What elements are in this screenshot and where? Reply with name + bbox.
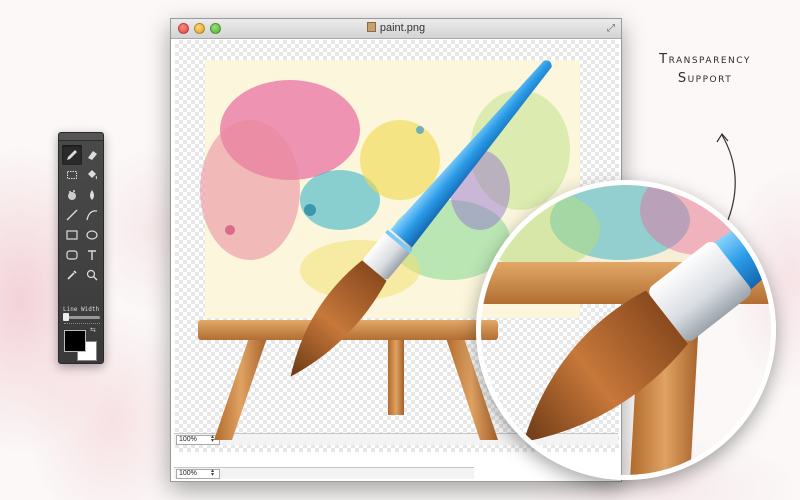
zoom-icon [86, 269, 98, 281]
tool-palette: Line Width ⇆ [58, 132, 104, 364]
callout-line-1: Transparency [659, 52, 751, 67]
eyedropper-tool[interactable] [62, 265, 82, 285]
line-width-slider-knob[interactable] [63, 313, 69, 321]
pencil-tool[interactable] [62, 145, 82, 165]
swap-colors-icon[interactable]: ⇆ [90, 326, 96, 334]
spray-icon [68, 190, 76, 200]
paint-bucket-icon [88, 170, 97, 180]
window-title: paint.png [171, 22, 621, 34]
text-tool[interactable] [82, 245, 102, 265]
eraser-tool[interactable] [82, 145, 102, 165]
zoom-stepper-icon[interactable]: ▴ ▾ [211, 434, 214, 444]
zoom-value-secondary: 100% [179, 470, 197, 477]
zoom-stepper-secondary-icon[interactable]: ▴ ▾ [211, 468, 214, 478]
line-icon [66, 209, 78, 221]
window-title-text: paint.png [379, 22, 426, 34]
ellipse-icon [86, 230, 98, 240]
magnifier-ring [476, 180, 776, 480]
rectangle-icon [66, 230, 78, 240]
fullscreen-icon[interactable]: ⤢ [607, 23, 615, 34]
line-width-track[interactable] [64, 316, 100, 319]
rect-select-tool[interactable] [62, 165, 82, 185]
ellipse-tool[interactable] [82, 225, 102, 245]
eraser-icon [88, 151, 97, 160]
curve-tool[interactable] [82, 205, 102, 225]
title-bar[interactable]: paint.png ⤢ [171, 19, 621, 39]
rectangle-tool[interactable] [62, 225, 82, 245]
pencil-icon [67, 150, 77, 160]
transparency-callout: Transparency Support [640, 50, 770, 88]
rect-select-icon [67, 171, 77, 179]
spray-tool[interactable] [62, 185, 82, 205]
paint-bucket-tool[interactable] [82, 165, 102, 185]
zoom-tool[interactable] [82, 265, 102, 285]
rounded-rect-tool[interactable] [62, 245, 82, 265]
foreground-color-swatch[interactable] [64, 330, 86, 352]
eyedropper-icon [67, 270, 77, 280]
curve-icon [86, 210, 98, 221]
line-width-label: Line Width [63, 306, 100, 313]
line-width-ticks [64, 323, 100, 325]
callout-line-2: Support [677, 71, 733, 86]
text-icon [88, 250, 96, 260]
blur-tool[interactable] [82, 185, 102, 205]
blur-drop-icon [90, 190, 94, 200]
rounded-rect-icon [66, 250, 78, 260]
tool-grid [62, 145, 102, 285]
zoom-bar-secondary: 100% ▴ ▾ [174, 467, 474, 479]
line-tool[interactable] [62, 205, 82, 225]
zoom-value: 100% [179, 436, 197, 443]
document-icon [366, 22, 376, 32]
palette-grip[interactable] [59, 133, 103, 141]
